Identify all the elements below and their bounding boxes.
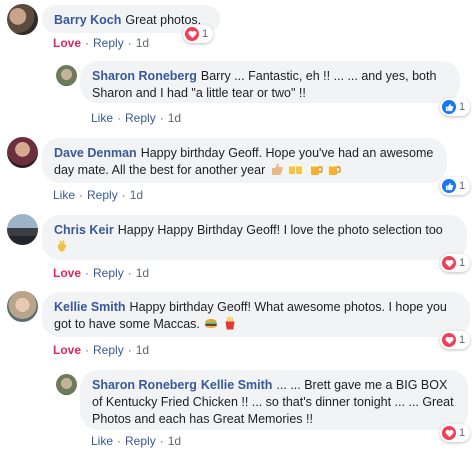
timestamp[interactable]: 1d [168,111,181,125]
reply-button[interactable]: Reply [125,434,156,448]
reply-button[interactable]: Reply [87,188,118,202]
avatar[interactable] [7,291,38,322]
like-button[interactable]: Like [91,434,113,448]
reply-button[interactable]: Reply [93,266,124,280]
timestamp[interactable]: 1d [136,266,149,280]
comment-bubble: Chris Keir Happy Happy Birthday Geoff! I … [42,215,467,260]
comment-actions: Like · Reply · 1d [91,434,182,448]
comment-actions: Like · Reply · 1d [53,188,144,202]
clinking-beers-emoji-icon [288,162,304,181]
reaction-badge[interactable]: 1 [440,254,471,272]
comment-actions: Love · Reply · 1d [53,36,150,50]
reaction-badge[interactable]: 1 [440,177,471,195]
love-button[interactable]: Love [53,266,81,280]
timestamp[interactable]: 1d [136,36,149,50]
comment-bubble: Sharon Roneberg Kellie Smith... ... Brett… [80,370,468,430]
like-button[interactable]: Like [91,111,113,125]
reaction-badge[interactable]: 1 [440,98,471,116]
reaction-count: 1 [202,28,209,40]
reply-button[interactable]: Reply [93,36,124,50]
comment-bubble: Dave Denman Happy birthday Geoff. Hope yo… [42,138,447,183]
thumbs-up-icon [442,100,456,114]
comment-author[interactable]: Sharon Roneberg [92,69,197,83]
love-button[interactable]: Love [53,36,81,50]
like-button[interactable]: Like [53,188,75,202]
reply-button[interactable]: Reply [93,343,124,357]
reaction-badge[interactable]: 1 [440,331,471,349]
avatar[interactable] [56,65,77,86]
timestamp[interactable]: 1d [136,343,149,357]
reply-button[interactable]: Reply [125,111,156,125]
timestamp[interactable]: 1d [130,188,143,202]
avatar[interactable] [7,137,38,168]
comment-author[interactable]: Chris Keir [54,223,114,237]
heart-icon [442,333,456,347]
thumbs-up-emoji-icon [270,162,284,181]
comment-author[interactable]: Kellie Smith [54,300,126,314]
heart-icon [185,27,199,41]
mention-link[interactable]: Kellie Smith [201,378,273,392]
avatar[interactable] [56,374,77,395]
comment-bubble: Kellie Smith Happy birthday Geoff! What a… [42,292,470,337]
comment-actions: Love · Reply · 1d [53,343,150,357]
french-fries-emoji-icon [223,316,237,335]
avatar[interactable] [7,4,38,35]
hamburger-emoji-icon [204,316,218,335]
thumbs-up-icon [442,179,456,193]
reaction-count: 1 [459,427,466,439]
heart-icon [442,426,456,440]
clapping-hands-emoji-icon [55,239,69,258]
comment-text: Happy Happy Birthday Geoff! I love the p… [117,223,443,237]
heart-icon [442,256,456,270]
reaction-count: 1 [459,257,466,269]
reaction-count: 1 [459,180,466,192]
comment-actions: Love · Reply · 1d [53,266,150,280]
timestamp[interactable]: 1d [168,434,181,448]
reaction-badge[interactable]: 1 [183,25,214,43]
reaction-count: 1 [459,101,466,113]
reaction-count: 1 [459,334,466,346]
beer-emoji-icon [309,162,323,181]
avatar[interactable] [7,214,38,245]
comment-bubble: Sharon Roneberg Barry ... Fantastic, eh !… [80,61,460,103]
comment-actions: Like · Reply · 1d [91,111,182,125]
comment-author[interactable]: Dave Denman [54,146,137,160]
beer-emoji-icon [327,162,341,181]
comment-author[interactable]: Barry Koch [54,13,121,27]
reaction-badge[interactable]: 1 [440,424,471,442]
comment-author[interactable]: Sharon Roneberg [92,378,197,392]
love-button[interactable]: Love [53,343,81,357]
